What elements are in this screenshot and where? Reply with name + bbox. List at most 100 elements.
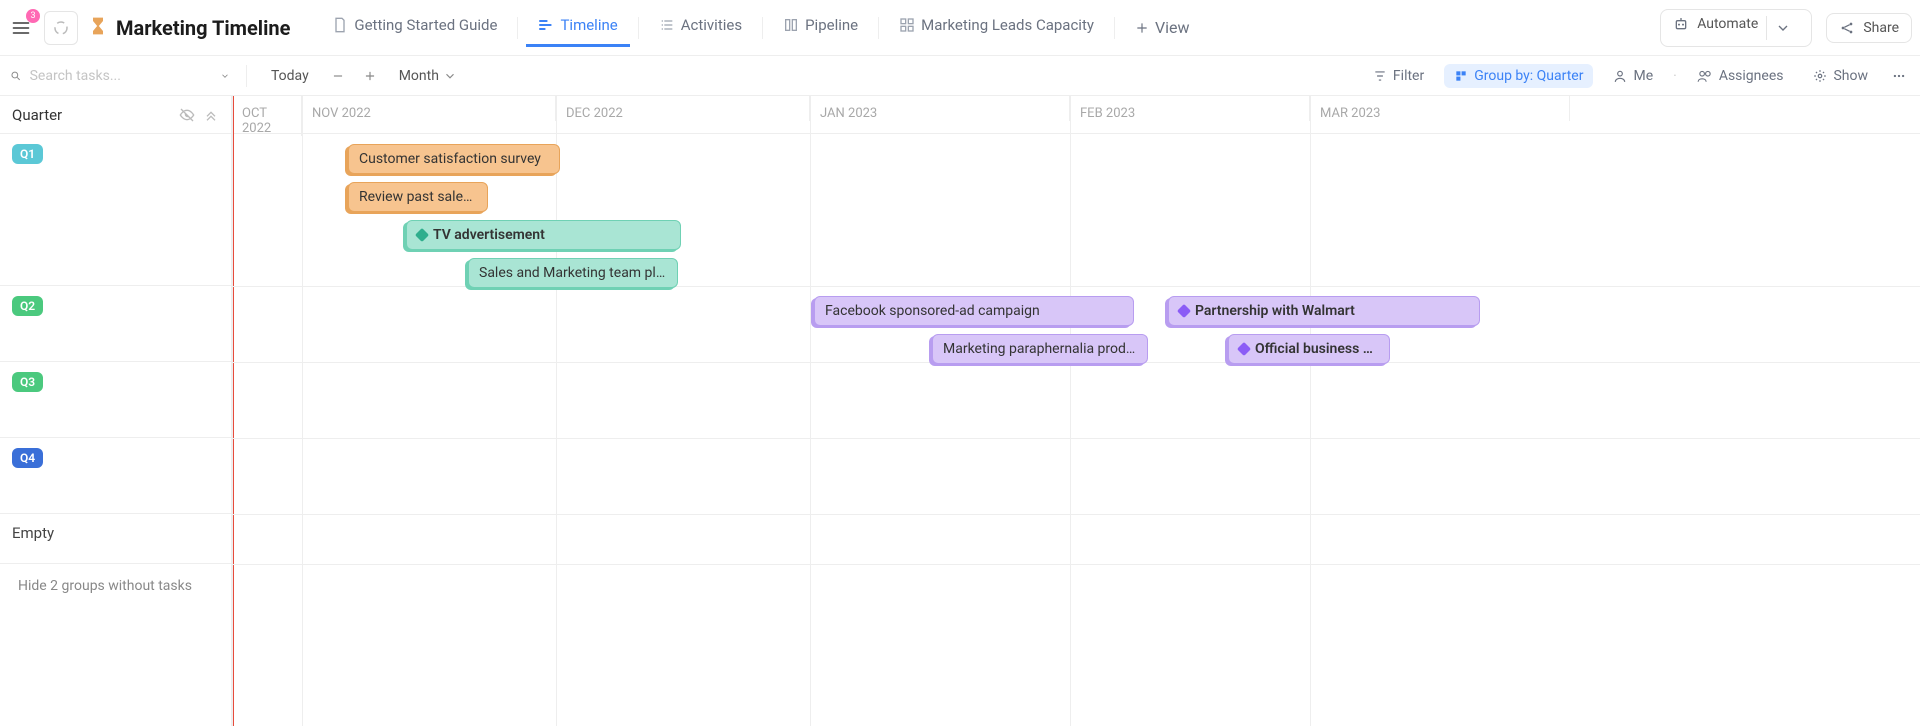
- filter-button[interactable]: Filter: [1363, 64, 1434, 88]
- separator-dot: ·: [1673, 68, 1677, 84]
- tab-activities[interactable]: Activities: [647, 8, 754, 47]
- group-row-q3[interactable]: Q3: [0, 362, 231, 438]
- search-wrap: [10, 68, 230, 84]
- chevron-down-icon[interactable]: [220, 70, 230, 82]
- task-label: TV advertisement: [433, 227, 545, 243]
- month-column: DEC 2022: [556, 96, 810, 121]
- group-heading-label: Quarter: [12, 106, 62, 124]
- zoom-out-button[interactable]: [327, 65, 349, 87]
- automate-dropdown[interactable]: [1766, 16, 1799, 40]
- add-view-button[interactable]: View: [1123, 10, 1202, 45]
- tab-capacity[interactable]: Marketing Leads Capacity: [887, 8, 1106, 47]
- task-bar[interactable]: TV advertisement: [406, 220, 681, 250]
- timeline-canvas[interactable]: OCT 2022NOV 2022DEC 2022JAN 2023FEB 2023…: [232, 96, 1920, 726]
- share-button[interactable]: Share: [1826, 13, 1912, 43]
- task-label: Sales and Marketing team plann...: [479, 265, 667, 281]
- assignees-button[interactable]: Assignees: [1687, 64, 1794, 88]
- chevron-down-icon: [1775, 20, 1791, 36]
- task-bar[interactable]: Customer satisfaction survey: [348, 144, 560, 174]
- me-button[interactable]: Me: [1603, 64, 1663, 88]
- hourglass-icon: [88, 16, 108, 40]
- milestone-icon: [1237, 342, 1251, 356]
- tab-getting-started[interactable]: Getting Started Guide: [320, 8, 509, 47]
- loader-icon: [52, 19, 70, 37]
- app-loader-button[interactable]: [44, 11, 78, 45]
- lane-divider: [232, 438, 1920, 439]
- minus-icon: [331, 69, 345, 83]
- today-button[interactable]: Today: [263, 64, 317, 88]
- person-icon: [1613, 69, 1627, 83]
- show-button[interactable]: Show: [1803, 64, 1878, 88]
- task-bar[interactable]: Review past sales and...: [348, 182, 488, 212]
- hide-groups-link[interactable]: Hide 2 groups without tasks: [0, 564, 231, 608]
- view-tabs: Getting Started Guide Timeline Activitie…: [320, 8, 1201, 47]
- month-column: OCT 2022: [232, 96, 302, 136]
- automate-label: Automate: [1697, 16, 1758, 40]
- share-label: Share: [1863, 20, 1899, 36]
- group-by-button[interactable]: Group by: Quarter: [1444, 64, 1593, 88]
- month-divider: [1070, 96, 1071, 726]
- doc-icon: [332, 17, 348, 33]
- robot-icon: [1673, 16, 1689, 32]
- chevron-down-icon: [443, 69, 457, 83]
- search-input[interactable]: [30, 68, 212, 84]
- task-bar[interactable]: Marketing paraphernalia productio...: [932, 334, 1148, 364]
- notification-badge: 3: [26, 9, 40, 23]
- month-column: JAN 2023: [810, 96, 1070, 121]
- eye-off-icon[interactable]: [179, 107, 195, 123]
- tab-timeline[interactable]: Timeline: [526, 8, 629, 47]
- toolbar: Today Month Filter Group by: Quarter Me …: [0, 56, 1920, 96]
- range-select[interactable]: Month: [391, 64, 465, 88]
- tab-separator: [638, 17, 639, 39]
- tab-separator: [878, 17, 879, 39]
- group-row-q4[interactable]: Q4: [0, 438, 231, 514]
- add-view-label: View: [1155, 18, 1190, 37]
- lane-divider: [232, 564, 1920, 565]
- lane-divider: [232, 514, 1920, 515]
- page-title[interactable]: Marketing Timeline: [116, 16, 290, 40]
- task-label: Facebook sponsored-ad campaign: [825, 303, 1040, 319]
- task-bar[interactable]: Official business webs...: [1228, 334, 1390, 364]
- gear-icon: [1813, 69, 1827, 83]
- tab-label: Pipeline: [805, 16, 858, 34]
- group-row-empty[interactable]: Empty: [0, 514, 231, 564]
- month-divider: [232, 96, 233, 726]
- month-divider: [302, 96, 303, 726]
- menu-button[interactable]: 3: [4, 11, 38, 45]
- q-badge: Q1: [12, 144, 43, 164]
- tab-label: Timeline: [560, 16, 617, 34]
- sidebar-heading: Quarter: [0, 96, 231, 134]
- collapse-icon[interactable]: [203, 107, 219, 123]
- task-label: Customer satisfaction survey: [359, 151, 541, 167]
- group-row-q1[interactable]: Q1: [0, 134, 231, 286]
- milestone-icon: [415, 228, 429, 242]
- dots-icon: [1892, 69, 1906, 83]
- group-row-q2[interactable]: Q2: [0, 286, 231, 362]
- topbar: 3 Marketing Timeline Getting Started Gui…: [0, 0, 1920, 56]
- group-icon: [1454, 69, 1468, 83]
- plus-icon: [1135, 21, 1149, 35]
- month-column: FEB 2023: [1070, 96, 1310, 121]
- automate-button[interactable]: Automate: [1660, 9, 1812, 47]
- tab-separator: [517, 17, 518, 39]
- timeline-icon: [538, 17, 554, 33]
- page-title-wrap: Marketing Timeline: [84, 16, 300, 40]
- filter-icon: [1373, 69, 1387, 83]
- zoom-in-button[interactable]: [359, 65, 381, 87]
- month-divider: [1310, 96, 1311, 726]
- sidebar: Quarter Q1 Q2 Q3 Q4 Empty Hide 2 groups …: [0, 96, 232, 726]
- people-icon: [1697, 69, 1713, 83]
- tab-label: Getting Started Guide: [354, 16, 497, 34]
- tab-separator: [762, 17, 763, 39]
- month-divider: [810, 96, 811, 726]
- task-bar[interactable]: Sales and Marketing team plann...: [468, 258, 678, 288]
- month-column: NOV 2022: [302, 96, 556, 121]
- task-bar[interactable]: Partnership with Walmart: [1168, 296, 1480, 326]
- task-label: Marketing paraphernalia productio...: [943, 341, 1137, 357]
- list-icon: [659, 17, 675, 33]
- main: Quarter Q1 Q2 Q3 Q4 Empty Hide 2 groups …: [0, 96, 1920, 726]
- more-button[interactable]: [1888, 65, 1910, 87]
- month-divider: [556, 96, 557, 726]
- task-bar[interactable]: Facebook sponsored-ad campaign: [814, 296, 1134, 326]
- tab-pipeline[interactable]: Pipeline: [771, 8, 870, 47]
